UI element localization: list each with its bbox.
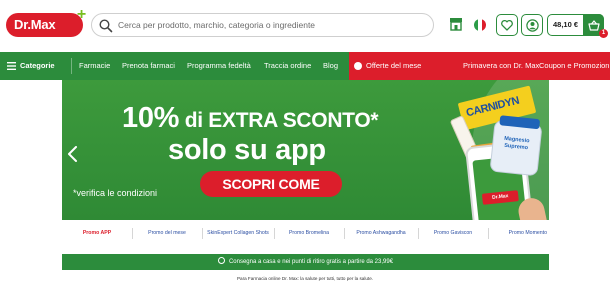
carousel-prev-arrow-icon[interactable] — [66, 146, 80, 162]
nav-item-farmacie[interactable]: Farmacie — [79, 52, 110, 80]
cart-button[interactable]: 48,10 € 1 — [547, 14, 608, 38]
seo-tagline: Para Farmacia online Dr. Max: la salute … — [236, 276, 374, 281]
nav-offerte-label: Offerte del mese — [366, 61, 422, 70]
nav-promo-section: Offerte del mese Primavera con Dr. Max C… — [349, 52, 610, 80]
tag-icon — [354, 62, 362, 70]
promo-banner[interactable]: 10% di EXTRA SCONTO* solo su app *verifi… — [62, 80, 549, 220]
tab-promo-momento[interactable]: Promo Momento — [488, 224, 549, 243]
hamburger-icon — [7, 62, 16, 70]
nav-item-primavera[interactable]: Primavera con Dr. Max — [463, 52, 539, 80]
tab-skinexpert[interactable]: SkinExpert Collagen Shots — [202, 224, 274, 243]
cart-icon-box[interactable]: 1 — [583, 14, 608, 38]
tab-promo-ashwagandha[interactable]: Promo Ashwagandha — [344, 224, 418, 243]
tab-promo-del-mese[interactable]: Promo del mese — [132, 224, 202, 243]
logo-plus-icon: + — [76, 6, 86, 23]
nav-categories-label: Categorie — [20, 61, 55, 70]
heart-icon — [501, 19, 513, 31]
user-icon — [525, 18, 539, 32]
cart-total: 48,10 € — [553, 20, 579, 29]
cart-count-badge: 1 — [599, 29, 608, 38]
site-header: Dr.Max + 48,10 € — [0, 0, 610, 51]
nav-item-offerte-del-mese[interactable]: Offerte del mese — [354, 52, 421, 80]
promo-tabs: Promo APP Promo del mese SkinExpert Coll… — [62, 224, 549, 243]
search-box[interactable] — [91, 13, 434, 37]
tab-promo-bromelina[interactable]: Promo Bromelina — [274, 224, 344, 243]
banner-headline: 10% di EXTRA SCONTO* — [122, 102, 379, 135]
banner-subline: solo su app — [168, 134, 326, 166]
tab-promo-app[interactable]: Promo APP — [62, 224, 132, 243]
phone-logo: Dr.Max — [481, 190, 519, 205]
wishlist-button[interactable] — [496, 14, 518, 36]
nav-categories[interactable]: Categorie — [7, 52, 55, 80]
banner-headline-rest: di EXTRA SCONTO* — [179, 109, 379, 132]
nav-divider — [71, 58, 72, 74]
nav-item-prenota-farmaci[interactable]: Prenota farmaci — [122, 52, 175, 80]
nav-item-traccia-ordine[interactable]: Traccia ordine — [264, 52, 311, 80]
info-icon — [217, 257, 225, 264]
italy-flag-icon[interactable] — [474, 19, 486, 31]
account-button[interactable] — [521, 14, 543, 36]
shipping-bar: Consegna a casa e nei punti di ritiro gr… — [62, 254, 549, 270]
tab-promo-gaviscon[interactable]: Promo Gaviscon — [418, 224, 488, 243]
shipping-text: Consegna a casa e nei punti di ritiro gr… — [228, 259, 394, 265]
bottle-label: Magnesio Supremo — [503, 135, 530, 152]
nav-item-programma-fedelta[interactable]: Programma fedeltà — [187, 52, 251, 80]
nav-item-blog[interactable]: Blog — [323, 52, 338, 80]
logo-text: Dr.Max — [14, 17, 56, 32]
banner-note: *verifica le condizioni — [73, 188, 158, 198]
banner-headline-pct: 10% — [122, 102, 180, 134]
store-icon[interactable] — [449, 17, 463, 31]
main-nav: Categorie Farmacie Prenota farmaci Progr… — [0, 52, 610, 80]
search-input[interactable] — [118, 17, 418, 33]
product-bottle: Magnesio Supremo — [489, 115, 543, 177]
drmax-logo[interactable]: Dr.Max + — [6, 7, 86, 37]
search-icon[interactable] — [98, 18, 114, 34]
nav-item-coupon-promozioni[interactable]: Coupon e Promozioni — [539, 52, 610, 80]
scopri-come-button[interactable]: SCOPRI COME — [200, 171, 342, 197]
basket-icon — [587, 19, 600, 31]
